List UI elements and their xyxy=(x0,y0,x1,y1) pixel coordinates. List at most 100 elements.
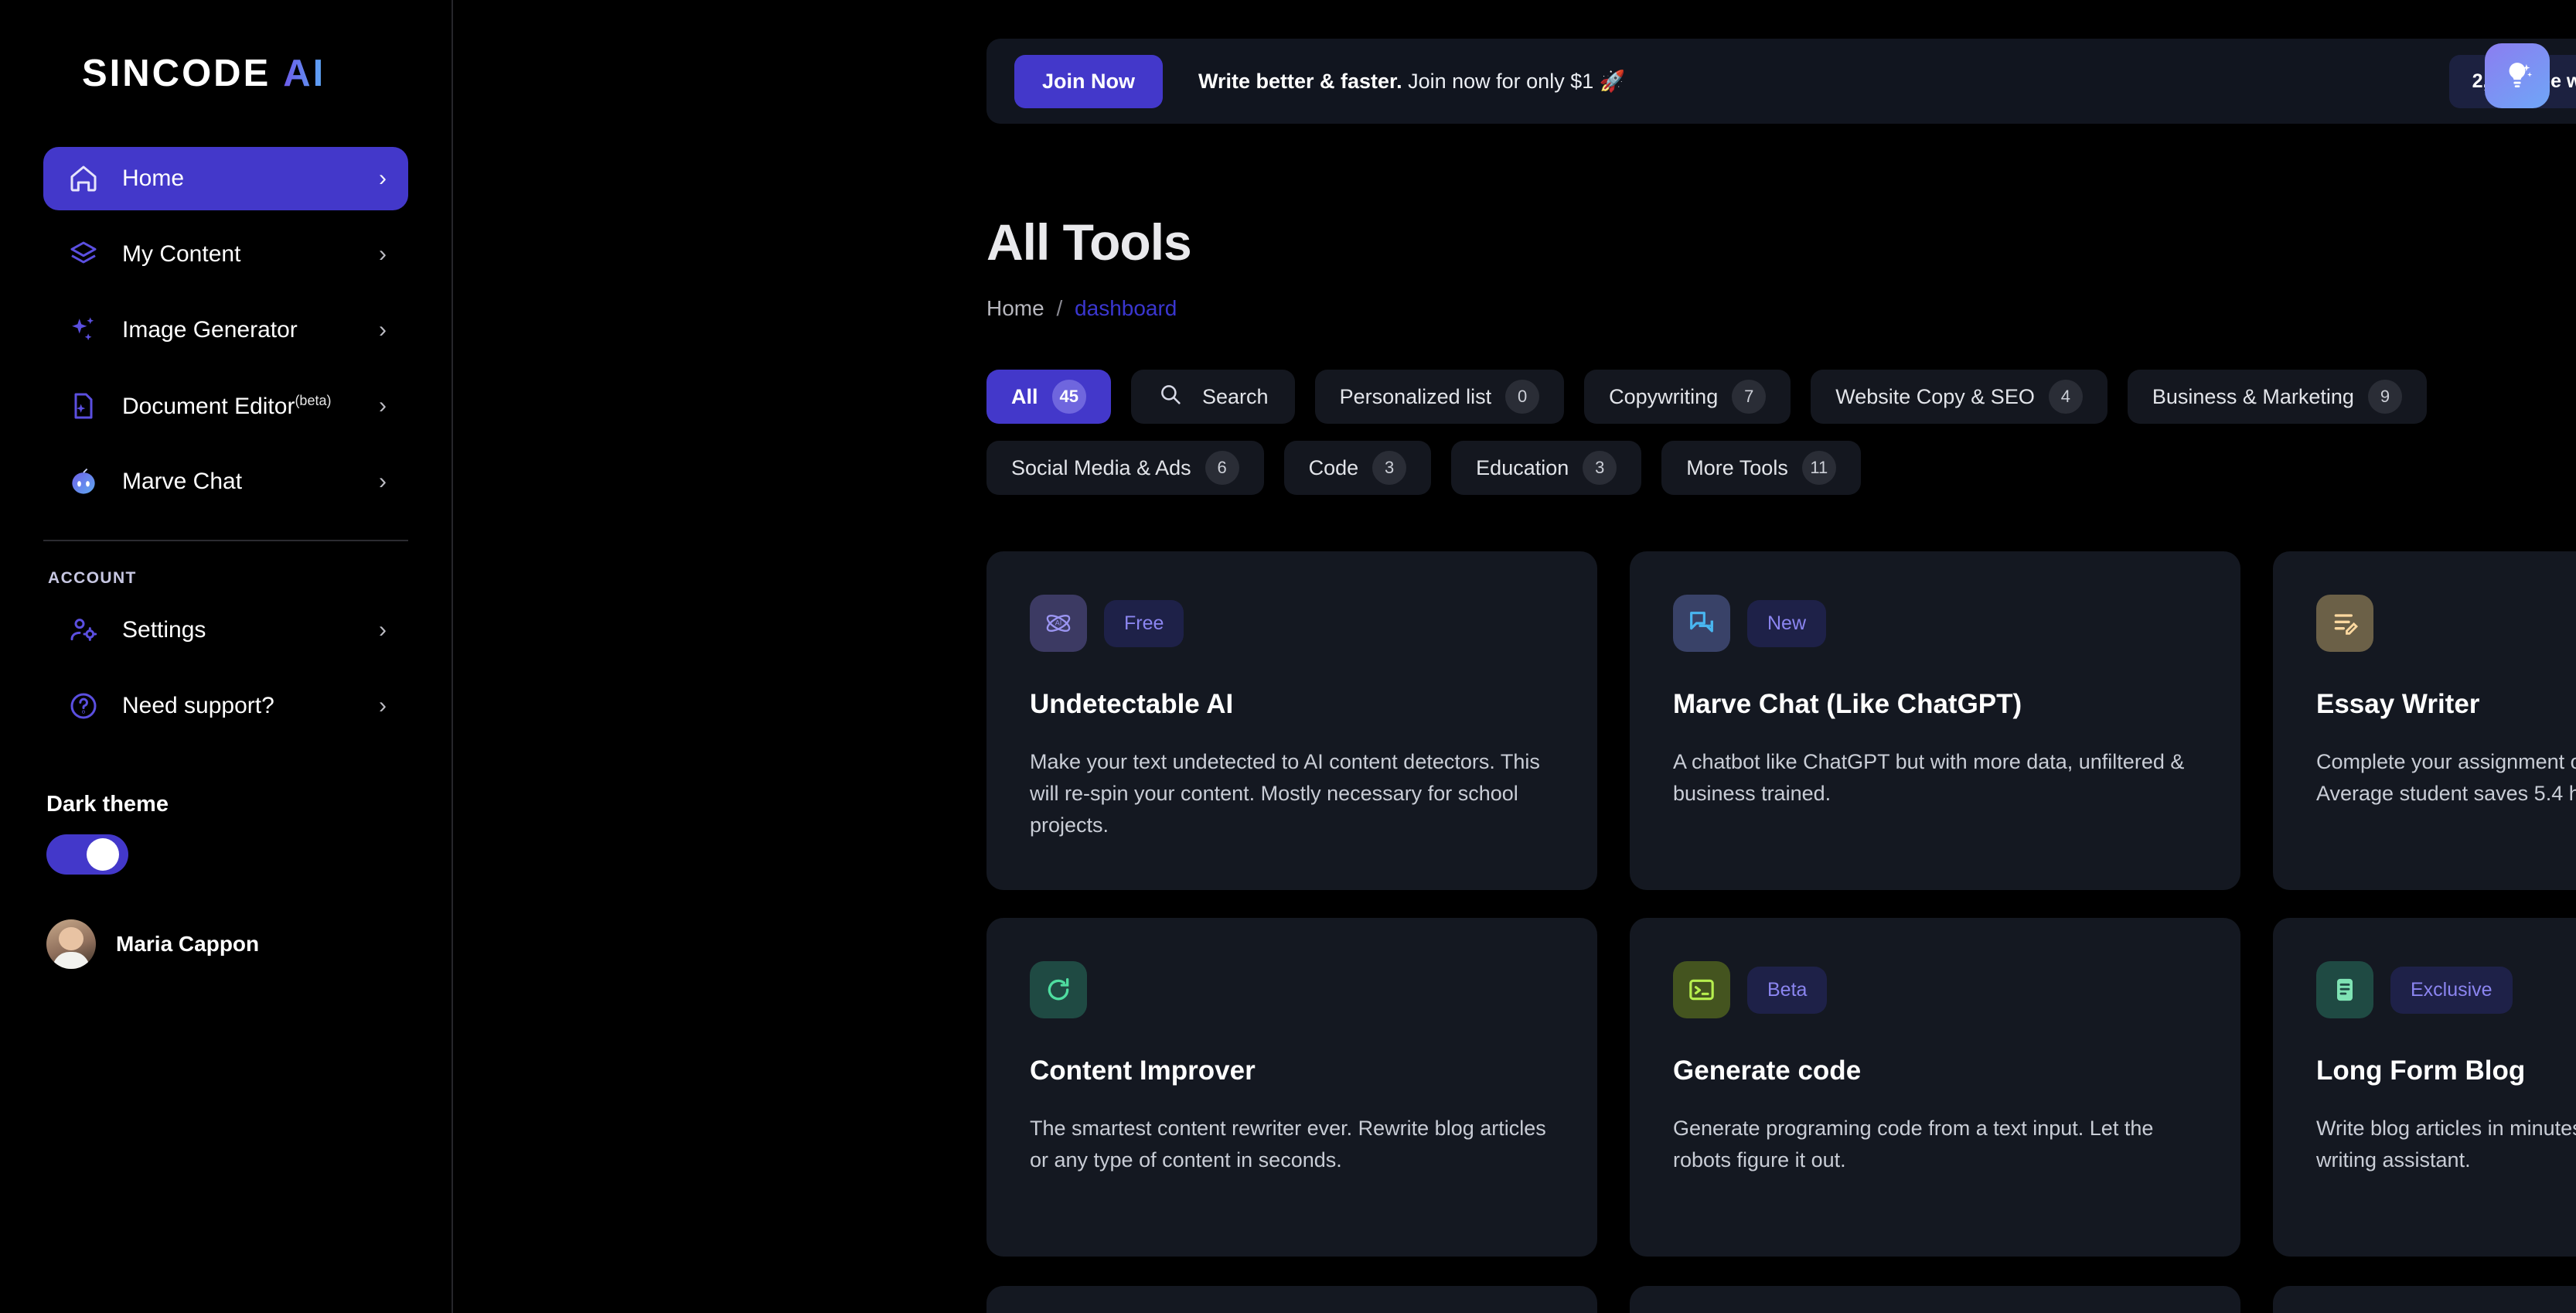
toggle-knob xyxy=(87,838,119,871)
tool-card-header xyxy=(1030,961,1554,1018)
brand-logo[interactable]: SINCODE AI xyxy=(0,0,451,147)
tool-card[interactable]: Content Improver The smartest content re… xyxy=(986,918,1597,1257)
promo-banner: Join Now Write better & faster. Join now… xyxy=(986,39,2576,124)
sparkles-icon xyxy=(65,312,102,349)
tool-card[interactable]: Exclusive Long Form Blog Write blog arti… xyxy=(2273,918,2576,1257)
document-sparkle-icon xyxy=(65,387,102,425)
search-input[interactable]: Search xyxy=(1131,370,1295,424)
avatar xyxy=(46,919,96,969)
sidebar-item-home[interactable]: Home › xyxy=(43,147,408,210)
filter-row-2: Social Media & Ads 6 Code 3 Education 3 … xyxy=(986,441,2576,495)
filter-chip-count: 11 xyxy=(1801,451,1836,485)
sidebar-item-settings[interactable]: Settings › xyxy=(43,599,408,662)
filter-chip-business-marketing[interactable]: Business & Marketing 9 xyxy=(2127,370,2427,424)
robot-icon xyxy=(65,463,102,500)
account-nav: Settings › Need support? › xyxy=(0,599,451,738)
brand-name: SINCODE xyxy=(82,53,271,94)
chevron-right-icon: › xyxy=(379,165,387,191)
tool-card-header: Beta xyxy=(1673,961,2197,1018)
tool-title: Marve Chat (Like ChatGPT) xyxy=(1673,689,2022,719)
filter-chip-all[interactable]: All 45 xyxy=(986,370,1111,424)
filter-chip-label: Business & Marketing xyxy=(2152,384,2354,408)
breadcrumb-current[interactable]: dashboard xyxy=(1075,296,1177,320)
theme-toggle-block: Dark theme xyxy=(0,750,451,875)
filter-chip-count: 3 xyxy=(1372,451,1407,485)
tool-card[interactable] xyxy=(986,1286,1597,1313)
tool-title: Generate code xyxy=(1673,1056,1862,1086)
user-gear-icon xyxy=(65,612,102,649)
user-profile[interactable]: Maria Cappon xyxy=(0,875,451,969)
chevron-right-icon: › xyxy=(379,241,387,267)
tool-description: Complete your assignment or essay in sec… xyxy=(2316,750,2576,806)
question-circle-icon xyxy=(65,687,102,725)
filter-chip-personalized-list[interactable]: Personalized list 0 xyxy=(1314,370,1565,424)
tool-card-header xyxy=(2316,595,2576,652)
lightbulb-sparkle-icon[interactable] xyxy=(2485,43,2550,108)
sidebar-item-label: My Content xyxy=(122,241,241,267)
tool-card[interactable]: Beta Generate code Generate programing c… xyxy=(1630,918,2240,1257)
sidebar-item-support[interactable]: Need support? › xyxy=(43,674,408,738)
filter-chip-code[interactable]: Code 3 xyxy=(1283,441,1432,495)
tool-title: Undetectable AI xyxy=(1030,689,1234,719)
tool-card[interactable]: AI Free Undetectable AI Make your text u… xyxy=(986,551,1597,890)
filter-chip-label: Copywriting xyxy=(1609,384,1719,408)
filter-chip-social-media-ads[interactable]: Social Media & Ads 6 xyxy=(986,441,1264,495)
tool-card-header: AI Free xyxy=(1030,595,1554,652)
page-title: All Tools xyxy=(986,213,1192,271)
filter-chip-count: 7 xyxy=(1732,380,1767,414)
chevron-right-icon: › xyxy=(379,693,387,718)
sidebar-item-label: Marve Chat xyxy=(122,469,243,494)
chevron-right-icon: › xyxy=(379,469,387,494)
app-root: SINCODE AI Home › My Content › Image Gen… xyxy=(0,0,2576,1313)
promo-headline-rest: Join now for only $1 🚀 xyxy=(1402,70,1626,93)
filter-chip-education[interactable]: Education 3 xyxy=(1451,441,1642,495)
filter-chip-count: 0 xyxy=(1505,380,1540,414)
atom-ai-icon: AI xyxy=(1030,595,1087,652)
sidebar-item-label: Document Editor(beta) xyxy=(122,392,332,419)
sidebar-item-document-editor[interactable]: Document Editor(beta) › xyxy=(43,374,408,438)
terminal-icon xyxy=(1673,961,1730,1018)
tool-card[interactable] xyxy=(2273,1286,2576,1313)
filter-row-1: All 45 Search Personalized list 0 Copywr… xyxy=(986,370,2576,424)
sidebar-item-label: Settings xyxy=(122,617,206,643)
tool-card[interactable] xyxy=(1630,1286,2240,1313)
tool-card[interactable]: New Marve Chat (Like ChatGPT) A chatbot … xyxy=(1630,551,2240,890)
tool-badge: Exclusive xyxy=(2390,966,2513,1014)
filter-chip-website-copy-seo[interactable]: Website Copy & SEO 4 xyxy=(1811,370,2107,424)
tool-title: Essay Writer xyxy=(2316,689,2480,719)
tool-title: Content Improver xyxy=(1030,1056,1256,1086)
home-icon xyxy=(65,160,102,197)
filter-chip-copywriting[interactable]: Copywriting 7 xyxy=(1584,370,1791,424)
tool-description: The smartest content rewriter ever. Rewr… xyxy=(1030,1117,1546,1172)
sidebar-item-image-generator[interactable]: Image Generator › xyxy=(43,298,408,362)
sidebar-item-label: Need support? xyxy=(122,693,274,718)
chat-bubbles-icon xyxy=(1673,595,1730,652)
sidebar-item-marve-chat[interactable]: Marve Chat › xyxy=(43,450,408,513)
filter-chip-label: Social Media & Ads xyxy=(1011,455,1191,479)
filter-chip-count: 3 xyxy=(1583,451,1617,485)
breadcrumb-home[interactable]: Home xyxy=(986,296,1044,320)
dark-theme-toggle[interactable] xyxy=(46,834,128,875)
tool-card[interactable]: Essay Writer Complete your assignment or… xyxy=(2273,551,2576,890)
sidebar: SINCODE AI Home › My Content › Image Gen… xyxy=(0,0,453,1313)
tool-badge: Beta xyxy=(1747,966,1828,1014)
chevron-right-icon: › xyxy=(379,393,387,418)
breadcrumb-separator: / xyxy=(1056,296,1063,320)
user-name: Maria Cappon xyxy=(116,932,260,956)
tool-card-header: Exclusive xyxy=(2316,961,2576,1018)
refresh-icon xyxy=(1030,961,1087,1018)
dark-theme-label: Dark theme xyxy=(46,792,169,817)
join-now-button[interactable]: Join Now xyxy=(1014,54,1163,108)
filter-chip-more-tools[interactable]: More Tools 11 xyxy=(1661,441,1861,495)
tool-card-header: New xyxy=(1673,595,2197,652)
search-placeholder: Search xyxy=(1202,384,1269,408)
sidebar-item-label: Home xyxy=(122,165,185,191)
promo-headline-bold: Write better & faster. xyxy=(1198,70,1402,93)
tool-cards-grid: AI Free Undetectable AI Make your text u… xyxy=(986,551,2576,1257)
filter-chip-label: Personalized list xyxy=(1339,384,1492,408)
sidebar-item-my-content[interactable]: My Content › xyxy=(43,223,408,286)
primary-nav: Home › My Content › Image Generator › Do… xyxy=(0,147,451,513)
tool-description: Make your text undetected to AI content … xyxy=(1030,750,1540,837)
tool-badge: Free xyxy=(1104,599,1184,647)
promo-banner-text: Write better & faster. Join now for only… xyxy=(1198,69,1625,94)
